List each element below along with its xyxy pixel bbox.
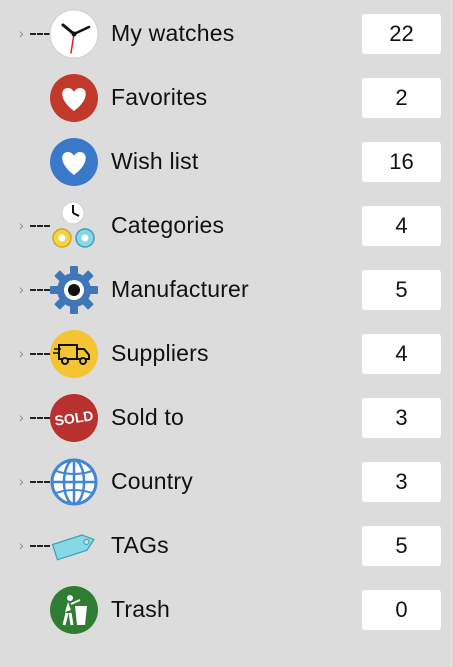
sidebar-item-tags[interactable]: › TAGs 5 [0,517,452,575]
tree-connector [30,545,50,547]
sidebar-item-label: TAGs [111,532,169,558]
clock-icon [49,9,99,59]
sidebar-item-sold-to[interactable]: › SOLD Sold to 3 [0,389,452,447]
sidebar-item-manufacturer[interactable]: › Manufacturer 5 [0,261,452,319]
count-badge: 4 [362,334,441,374]
sidebar-item-label: Manufacturer [111,276,249,302]
sidebar-item-country[interactable]: › Country 3 [0,453,452,511]
tree-connector [30,481,50,483]
count-badge: 4 [362,206,441,246]
sidebar-item-my-watches[interactable]: › My watches 22 [0,5,452,63]
sold-icon: SOLD [49,393,99,443]
sidebar-item-label: Country [111,468,193,494]
tag-icon [49,521,99,571]
tree-connector [30,417,50,419]
heart-red-icon [49,73,99,123]
tree-connector [30,225,50,227]
count-badge: 0 [362,590,441,630]
sidebar-item-label: Sold to [111,404,185,430]
count-badge: 5 [362,526,441,566]
sidebar-item-label: Wish list [111,148,199,174]
sidebar-item-suppliers[interactable]: › Suppliers 4 [0,325,452,383]
tree-connector [30,33,50,35]
tree-connector [30,353,50,355]
globe-icon [49,457,99,507]
sidebar-item-wish-list[interactable]: Wish list 16 [0,133,452,191]
count-badge: 22 [362,14,441,54]
count-badge: 16 [362,142,441,182]
sidebar-panel: › My watches 22 Favorites 2 Wish list 16… [0,0,454,667]
tree-connector [30,289,50,291]
count-badge: 5 [362,270,441,310]
heart-blue-icon [49,137,99,187]
gear-icon [49,265,99,315]
count-badge: 3 [362,398,441,438]
sidebar-item-label: Suppliers [111,340,209,366]
count-badge: 2 [362,78,441,118]
categories-icon [49,201,99,251]
sidebar-item-label: Categories [111,212,225,238]
sidebar-item-label: My watches [111,20,235,46]
truck-icon [49,329,99,379]
sidebar-item-favorites[interactable]: Favorites 2 [0,69,452,127]
sidebar-item-categories[interactable]: › Categories 4 [0,197,452,255]
sidebar-item-label: Favorites [111,84,208,110]
sidebar-item-trash[interactable]: Trash 0 [0,581,452,639]
trash-icon [49,585,99,635]
sidebar-item-label: Trash [111,596,170,622]
count-badge: 3 [362,462,441,502]
